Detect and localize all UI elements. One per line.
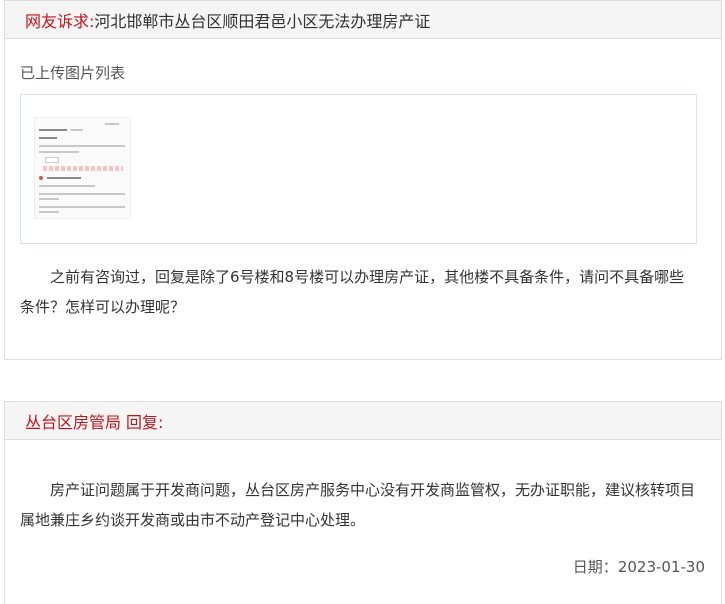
complaint-title: 河北邯郸市丛台区顺田君邑小区无法办理房产证 [94,11,431,31]
complaint-header: 网友诉求: 河北邯郸市丛台区顺田君邑小区无法办理房产证 [5,1,721,39]
complaint-body: 之前有咨询过，回复是除了6号楼和8号楼可以办理房产证，其他楼不具备条件，请问不具… [20,268,685,316]
reply-date-label: 日期： [572,558,618,576]
uploaded-images-label: 已上传图片列表 [20,64,126,82]
reply-body: 房产证问题属于开发商问题，丛台区房产服务中心没有开发商监管权，无办证职能，建议核… [20,481,696,529]
reply-header: 丛台区房管局 回复: [5,402,721,440]
reply-label: 回复: [126,412,164,432]
reply-date-row: 日期：2023-01-30 [573,556,705,577]
reply-department: 丛台区房管局 [25,412,122,432]
uploaded-images-list [20,94,697,244]
reply-date: 2023-01-30 [617,558,705,576]
complaint-label: 网友诉求: [25,11,95,31]
uploaded-image-thumbnail[interactable] [34,117,131,219]
